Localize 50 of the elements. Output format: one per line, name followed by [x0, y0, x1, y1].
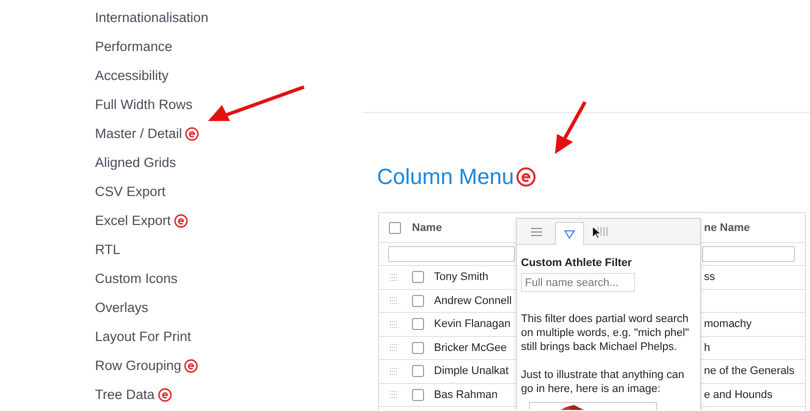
column-header[interactable]: ne Name — [704, 222, 750, 234]
nav-link[interactable]: Row Grouping — [95, 358, 182, 373]
search-field[interactable]: Full name search... — [521, 273, 635, 292]
nav-link[interactable]: Layout For Print — [95, 329, 192, 344]
nav-link[interactable]: Master / Detail — [95, 126, 182, 141]
enterprise-icon — [174, 214, 188, 228]
filter-description: This filter does partial word search on multiple words, e.g. "mich phel" still brings back Michael Phelps. — [521, 312, 690, 354]
nav-link[interactable]: Performance — [95, 39, 172, 54]
nav-link[interactable]: Overlays — [95, 300, 148, 315]
table-cell: Bricker McGee — [434, 342, 507, 354]
checkbox[interactable] — [389, 222, 401, 234]
filter-description: Just to illustrate that anything can go in here, here is an image: — [521, 368, 686, 396]
nav-link[interactable]: Internationalisation — [95, 10, 208, 25]
nav-link[interactable]: Full Width Rows — [95, 97, 193, 112]
annotation-arrow — [553, 100, 587, 156]
table-cell: Kevin Flanagan — [434, 318, 510, 330]
column-header[interactable]: Name — [412, 222, 442, 234]
nav-link[interactable]: Tree Data — [95, 387, 155, 402]
nav-link[interactable]: Aligned Grids — [95, 155, 176, 170]
table-cell: h — [704, 342, 710, 354]
checkbox[interactable] — [412, 294, 424, 307]
checkbox[interactable] — [412, 388, 424, 401]
nav-link[interactable]: Custom Icons — [95, 271, 178, 286]
filter-field[interactable] — [702, 246, 795, 262]
table-cell: ne of the Generals — [704, 365, 795, 378]
filter-field[interactable] — [388, 246, 515, 262]
table-cell: Tony Smith — [434, 271, 488, 284]
menu-icon — [530, 228, 542, 236]
nav-link[interactable]: RTL — [95, 242, 120, 257]
nav-link[interactable]: Accessibility — [95, 68, 169, 83]
checkbox[interactable] — [412, 342, 424, 354]
filter-icon — [564, 230, 575, 238]
checkbox[interactable] — [412, 318, 424, 330]
enterprise-icon — [185, 126, 200, 140]
table-cell: e and Hounds — [704, 388, 772, 401]
checkbox[interactable] — [412, 271, 424, 284]
enterprise-icon — [158, 388, 172, 402]
section-title: Column Menu — [377, 164, 514, 190]
table-cell: Andrew Connell — [434, 294, 512, 307]
nav-link[interactable]: Excel Export — [95, 213, 171, 228]
cursor-icon — [592, 226, 601, 239]
columns-icon — [597, 227, 609, 236]
filter-title: Custom Athlete Filter — [521, 257, 633, 269]
enterprise-icon — [184, 358, 198, 372]
table-cell: Dimple Unalkat — [434, 365, 509, 378]
nav-link[interactable]: CSV Export — [95, 184, 166, 199]
table-cell: ss — [704, 271, 715, 284]
table-cell: momachy — [704, 318, 752, 330]
table-cell: Bas Rahman — [434, 388, 498, 401]
checkbox[interactable] — [412, 365, 424, 378]
